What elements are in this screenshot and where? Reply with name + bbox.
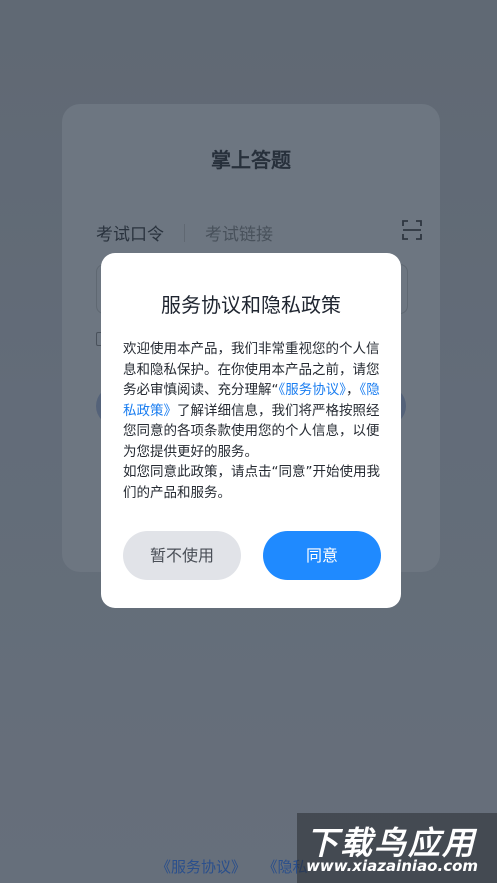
dialog-body: 欢迎使用本产品，我们非常重视您的个人信息和隐私保护。在你使用本产品之前，请您务必… [123, 339, 383, 503]
service-agreement-link[interactable]: 《服务协议》 [279, 382, 347, 398]
privacy-dialog: 服务协议和隐私政策 欢迎使用本产品，我们非常重视您的个人信息和隐私保护。在你使用… [101, 253, 401, 608]
dialog-paragraph-2: 如您同意此政策，请点击“同意”开始使用我们的产品和服务。 [123, 464, 380, 501]
watermark-url: www.xiazainiao.com [306, 857, 479, 875]
footer-service-link[interactable]: 《服务协议》 [156, 858, 246, 876]
dialog-title: 服务协议和隐私政策 [161, 293, 341, 317]
decline-button[interactable]: 暂不使用 [123, 531, 241, 580]
dialog-paragraph-1: 欢迎使用本产品，我们非常重视您的个人信息和隐私保护。在你使用本产品之前，请您务必… [123, 339, 383, 462]
dialog-text-2: ， [346, 382, 360, 398]
agree-button[interactable]: 同意 [263, 531, 381, 580]
